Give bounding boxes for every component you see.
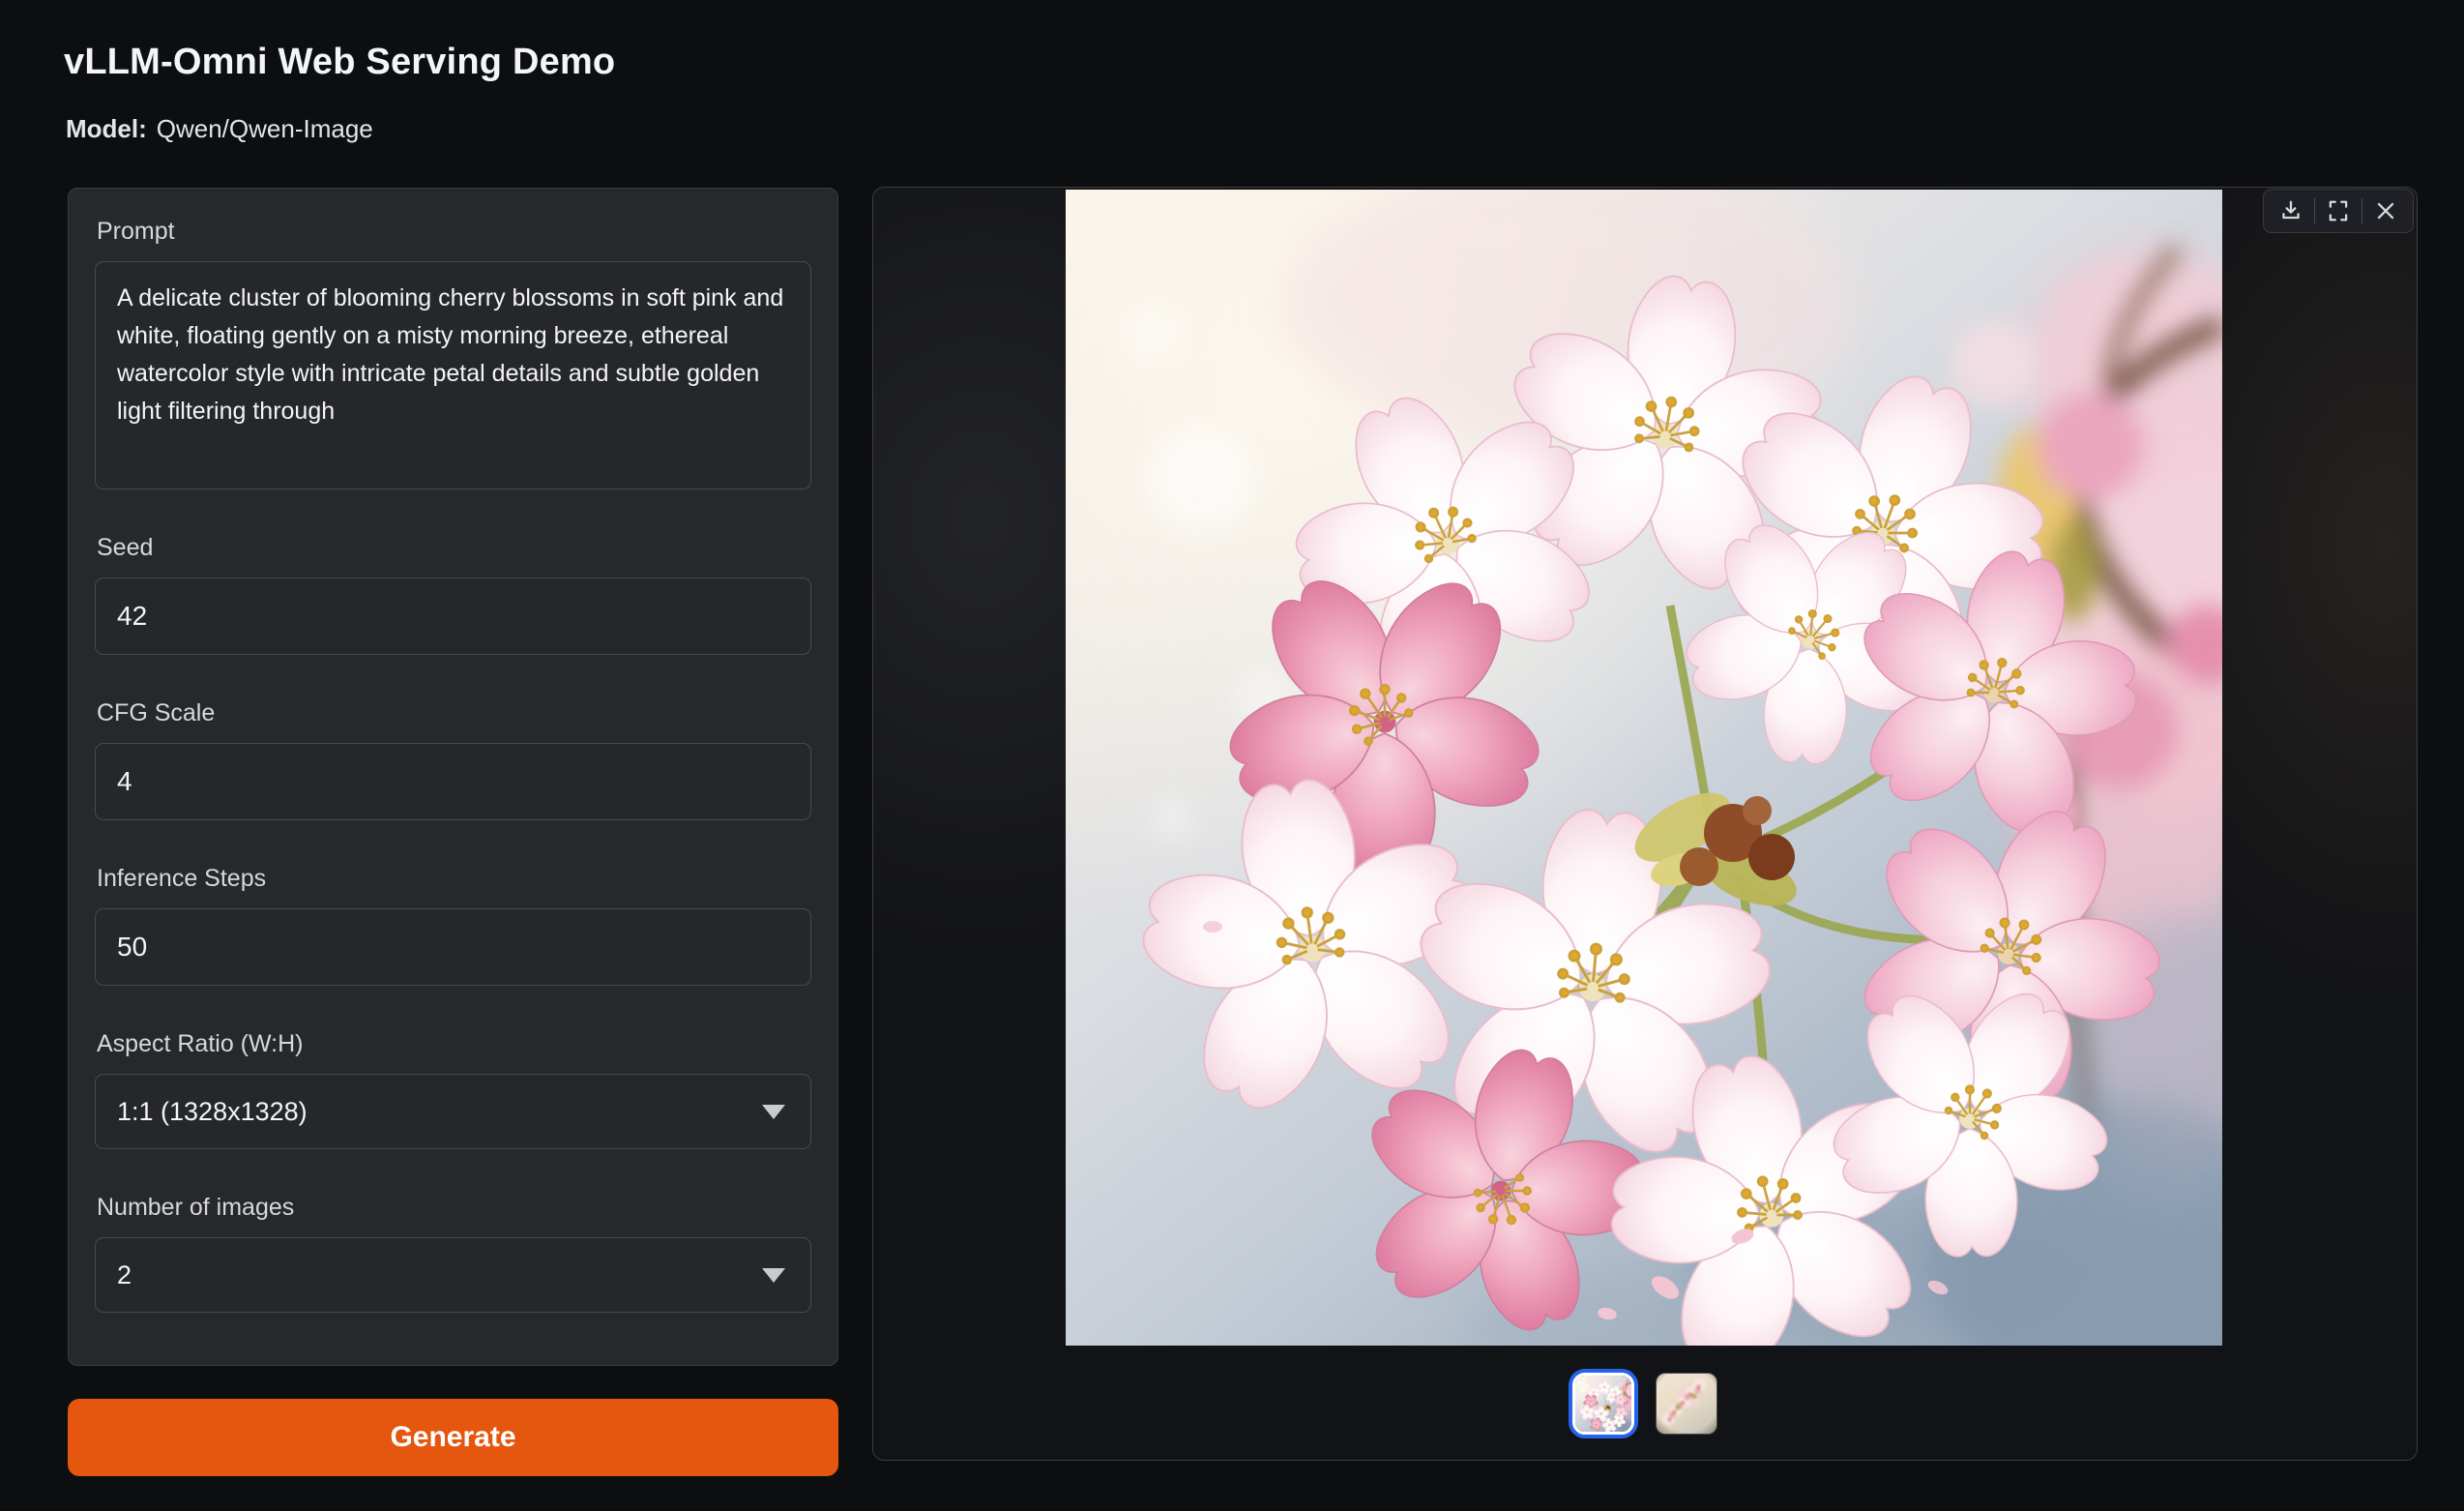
prompt-input[interactable]: A delicate cluster of blooming cherry bl… (95, 261, 811, 489)
toolbar-divider (2314, 198, 2315, 223)
generate-button[interactable]: Generate (68, 1399, 838, 1476)
seed-input[interactable] (95, 578, 811, 655)
generated-image[interactable] (1066, 190, 2222, 1346)
close-button[interactable] (2364, 192, 2407, 230)
cfg-scale-input[interactable] (95, 743, 811, 820)
thumbnail-1-image (1575, 1376, 1631, 1432)
thumbnail-2[interactable] (1656, 1373, 1717, 1435)
aspect-ratio-field: Aspect Ratio (W:H) 1:1 (1328x1328) (95, 1030, 811, 1149)
model-label: Model: (66, 114, 147, 143)
close-icon (2373, 198, 2398, 223)
cfg-scale-field: CFG Scale (95, 699, 811, 820)
num-images-value: 2 (117, 1260, 132, 1290)
aspect-ratio-select[interactable]: 1:1 (1328x1328) (95, 1074, 811, 1149)
prompt-field: Prompt A delicate cluster of blooming ch… (95, 218, 811, 489)
aspect-ratio-value: 1:1 (1328x1328) (117, 1097, 308, 1127)
thumbnail-strip (873, 1365, 2417, 1442)
chevron-down-icon (762, 1268, 785, 1283)
inference-steps-field: Inference Steps (95, 865, 811, 986)
fullscreen-icon (2326, 198, 2351, 223)
fullscreen-button[interactable] (2317, 192, 2360, 230)
page-title: vLLM-Omni Web Serving Demo (64, 42, 615, 83)
num-images-select[interactable]: 2 (95, 1237, 811, 1313)
num-images-field: Number of images 2 (95, 1194, 811, 1313)
model-line: Model: Qwen/Qwen-Image (66, 114, 373, 144)
seed-field: Seed (95, 534, 811, 655)
num-images-label: Number of images (97, 1194, 811, 1222)
cfg-scale-label: CFG Scale (97, 699, 811, 727)
gallery-toolbar (2263, 189, 2414, 233)
aspect-ratio-label: Aspect Ratio (W:H) (97, 1030, 811, 1058)
download-icon (2278, 198, 2303, 223)
output-gallery-panel (872, 187, 2418, 1461)
chevron-down-icon (762, 1105, 785, 1119)
model-value: Qwen/Qwen-Image (157, 114, 373, 143)
inference-steps-input[interactable] (95, 908, 811, 986)
inference-steps-label: Inference Steps (97, 865, 811, 893)
seed-label: Seed (97, 534, 811, 562)
generation-settings-panel: Prompt A delicate cluster of blooming ch… (68, 188, 838, 1366)
thumbnail-2-image (1657, 1374, 1716, 1434)
thumbnail-1-selected[interactable] (1572, 1373, 1634, 1435)
toolbar-divider (2361, 198, 2362, 223)
download-button[interactable] (2270, 192, 2312, 230)
prompt-label: Prompt (97, 218, 811, 246)
